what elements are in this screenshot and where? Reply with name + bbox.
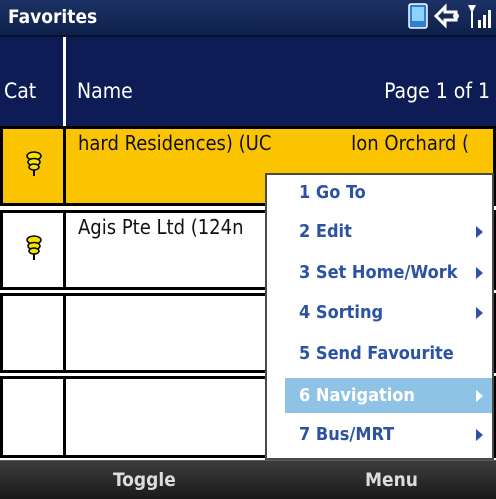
submenu-arrow-icon [476, 307, 483, 319]
menu-item-label: 7 Bus/MRT [299, 424, 395, 445]
menu-item-bus-mrt[interactable]: 7 Bus/MRT [267, 417, 492, 452]
menu-item-label: 1 Go To [299, 182, 366, 203]
pushpin-icon [25, 235, 43, 265]
menu-item-set-home-work[interactable]: 3 Set Home/Work [267, 255, 492, 290]
right-softkey[interactable]: Menu [365, 469, 418, 491]
softkey-bar: Toggle Menu [0, 460, 496, 499]
category-cell [0, 210, 66, 290]
submenu-arrow-icon [476, 429, 483, 441]
menu-item-go-to[interactable]: 1 Go To [267, 175, 492, 210]
submenu-arrow-icon [476, 390, 483, 402]
menu-item-edit[interactable]: 2 Edit [267, 214, 492, 249]
app-title: Favorites [8, 6, 98, 28]
favorite-name: hard Residences) (UC [78, 131, 272, 155]
phone-screen-icon [408, 3, 428, 33]
signal-strength-icon [466, 2, 494, 34]
category-cell [0, 293, 66, 373]
menu-item-label: 4 Sorting [299, 302, 384, 323]
favorite-name: Agis Pte Ltd (124n [78, 215, 244, 239]
menu-item-label: 6 Navigation [299, 385, 415, 406]
pushpin-icon [25, 151, 43, 181]
connection-icon [432, 3, 462, 33]
menu-item-send-favourite[interactable]: 5 Send Favourite [267, 336, 492, 371]
menu-item-sorting[interactable]: 4 Sorting [267, 295, 492, 330]
status-icons [408, 3, 494, 33]
menu-item-label: 3 Set Home/Work [299, 262, 458, 283]
menu-item-label: 5 Send Favourite [299, 343, 454, 364]
menu-item-label: 2 Edit [299, 221, 352, 242]
submenu-arrow-icon [476, 267, 483, 279]
left-softkey[interactable]: Toggle [113, 469, 176, 491]
favorite-address: Ion Orchard ( [351, 131, 470, 155]
category-cell [0, 126, 66, 206]
menu-item-navigation[interactable]: 6 Navigation [285, 378, 492, 413]
submenu-arrow-icon [476, 226, 483, 238]
page-indicator: Page 1 of 1 [384, 79, 490, 103]
category-cell [0, 376, 66, 458]
title-bar: Favorites [0, 0, 496, 37]
table-header: Cat Name Page 1 of 1 [0, 37, 496, 126]
context-menu: 1 Go To 2 Edit 3 Set Home/Work 4 Sorting… [265, 173, 494, 460]
column-header-name[interactable]: Name [77, 79, 133, 103]
column-header-cat[interactable]: Cat [0, 37, 66, 126]
